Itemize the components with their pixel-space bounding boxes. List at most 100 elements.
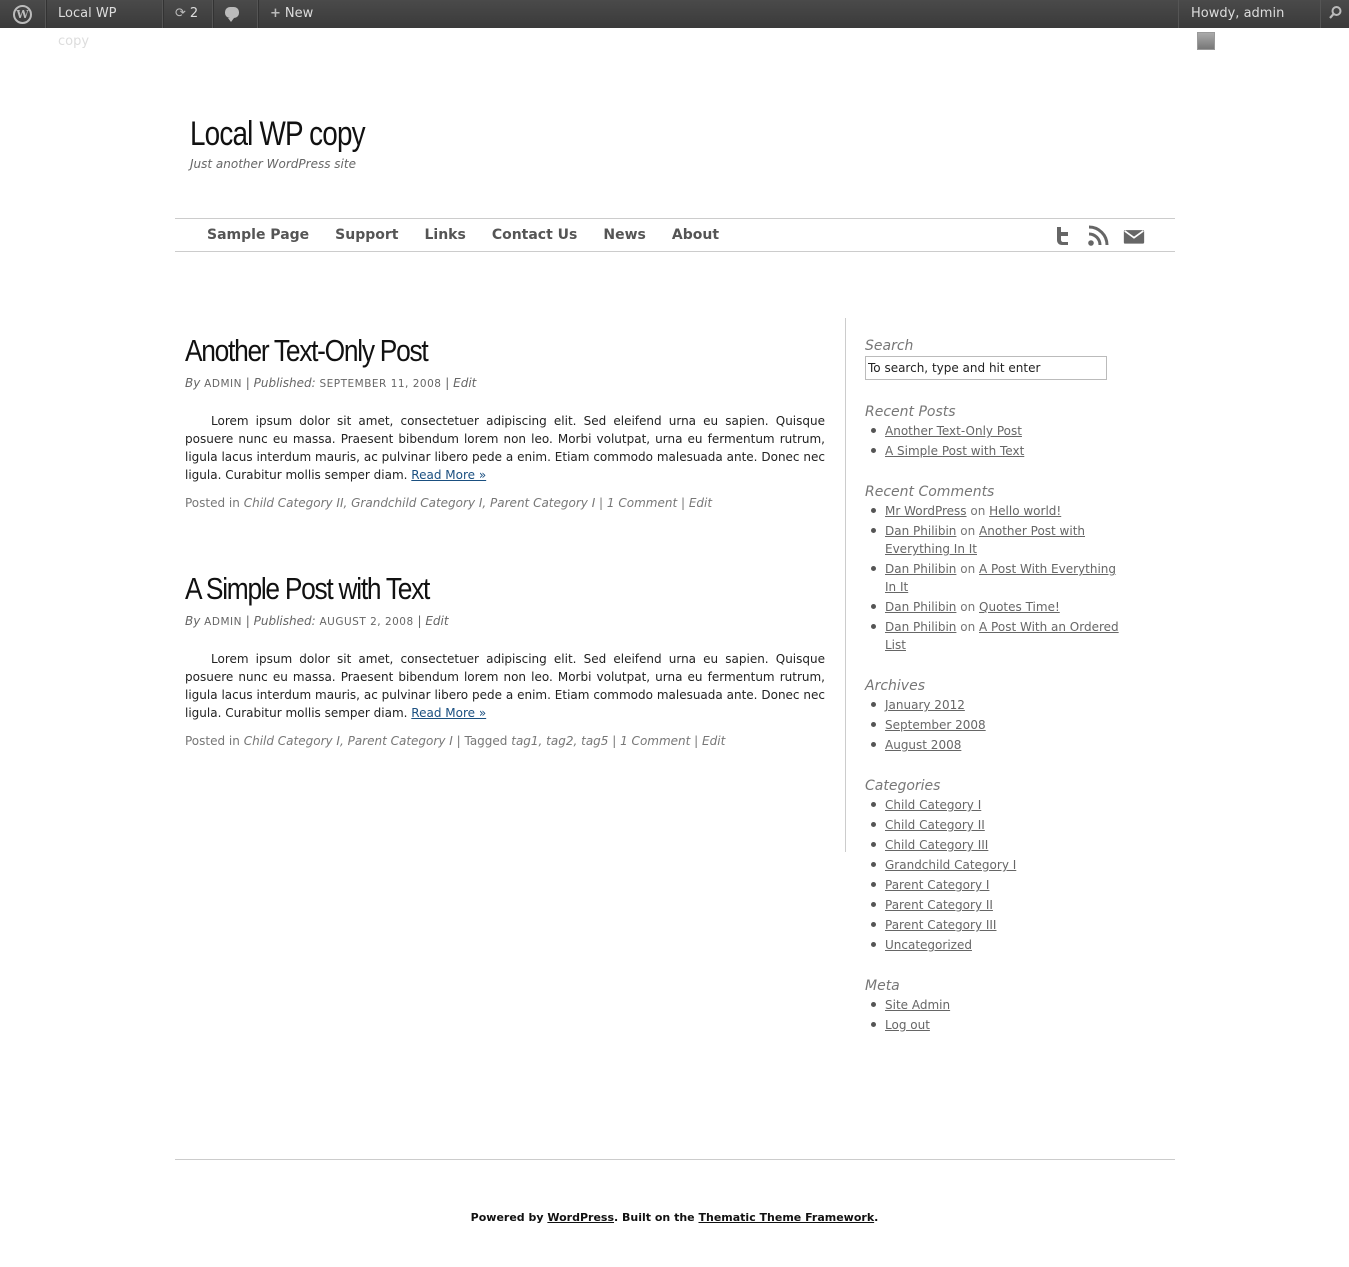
recent-post-link[interactable]: A Simple Post with Text [885,444,1024,458]
my-account-link[interactable]: Howdy, admin [1178,0,1320,50]
category-link[interactable]: Child Category III [885,838,988,852]
plus-icon: + [270,6,281,21]
post-date: AUGUST 2, 2008 [319,616,414,628]
comments-link[interactable]: 1 Comment [607,496,677,510]
email-link[interactable] [1123,225,1145,247]
on-label: on [960,562,976,576]
comment-icon [225,7,239,22]
post-categories[interactable]: Child Category I, Parent Category I [244,734,453,748]
sidebar: Search Recent Posts Another Text-Only Po… [865,338,1125,1058]
post-title[interactable]: A Simple Post with Text [185,568,729,610]
post-categories[interactable]: Child Category II, Grandchild Category I… [244,496,596,510]
edit-link[interactable]: Edit [689,496,712,510]
post-title[interactable]: Another Text-Only Post [185,330,729,372]
nav-item-sample-page[interactable]: Sample Page [207,219,309,252]
nav-item-news[interactable]: News [603,219,645,252]
site-description: Just another WordPress site [190,157,356,171]
post-footer: Posted in Child Category II, Grandchild … [185,496,713,510]
comment-post-link[interactable]: Quotes Time! [979,600,1060,614]
search-widget: Search [865,338,1125,380]
by-label: By [185,376,201,390]
archive-link[interactable]: August 2008 [885,738,961,752]
email-icon [1123,230,1145,244]
list-item: Dan Philibin on A Post With an Ordered L… [865,618,1125,654]
wordpress-menu[interactable]: W [0,0,46,28]
twitter-link[interactable] [1051,225,1073,247]
on-label: on [970,504,986,518]
post-excerpt: Lorem ipsum dolor sit amet, consectetuer… [185,412,825,484]
archives-widget: Archives January 2012 September 2008 Aug… [865,678,1125,754]
wordpress-logo-icon: W [13,5,32,24]
post-author[interactable]: ADMIN [204,616,242,628]
content-area: Another Text-Only Post By ADMIN | Publis… [185,330,825,806]
nav-item-contact-us[interactable]: Contact Us [492,219,578,252]
list-item: Parent Category I [865,876,1125,894]
edit-link[interactable]: Edit [702,734,725,748]
post-tags[interactable]: tag1, tag2, tag5 [511,734,608,748]
new-content-link[interactable]: + New [258,0,334,28]
powered-by-label: Powered by [470,1211,544,1224]
widget-title: Categories [865,778,941,794]
comments-link[interactable]: 1 Comment [620,734,690,748]
read-more-link[interactable]: Read More » [411,706,486,720]
log-out-link[interactable]: Log out [885,1018,930,1032]
footer-divider [175,1159,1175,1160]
thematic-link[interactable]: Thematic Theme Framework [698,1211,874,1224]
category-link[interactable]: Child Category II [885,818,985,832]
post-author[interactable]: ADMIN [204,378,242,390]
post: Another Text-Only Post By ADMIN | Publis… [185,330,825,510]
avatar [1197,31,1215,50]
site-admin-link[interactable]: Site Admin [885,998,950,1012]
excerpt-text: Lorem ipsum dolor sit amet, consectetuer… [185,652,825,720]
category-link[interactable]: Parent Category III [885,918,996,932]
widget-title: Meta [865,978,900,994]
comment-author-link[interactable]: Dan Philibin [885,562,956,576]
archive-link[interactable]: September 2008 [885,718,986,732]
read-more-link[interactable]: Read More » [411,468,486,482]
adminbar-search[interactable] [1320,0,1349,28]
search-input[interactable] [865,356,1107,380]
archive-link[interactable]: January 2012 [885,698,965,712]
site-title[interactable]: Local WP copy [190,115,366,154]
widget-title: Archives [865,678,925,694]
post-meta: By ADMIN | Published: SEPTEMBER 11, 2008… [185,376,477,390]
recent-comments-widget: Recent Comments Mr WordPress on Hello wo… [865,484,1125,654]
menu: Sample Page Support Links Contact Us New… [207,219,745,252]
howdy-label: Howdy, admin [1191,6,1285,21]
nav-item-about[interactable]: About [672,219,719,252]
admin-bar: W Local WP copy ⟳ 2 + New Howdy, admin [0,0,1349,50]
widget-title: Recent Posts [865,404,956,420]
updates-link[interactable]: ⟳ 2 [163,0,213,28]
wordpress-link[interactable]: WordPress [547,1211,614,1224]
twitter-icon [1057,227,1068,245]
list-item: Child Category III [865,836,1125,854]
comment-author-link[interactable]: Mr WordPress [885,504,967,518]
categories-widget: Categories Child Category I Child Catego… [865,778,1125,954]
search-icon [1329,6,1342,19]
comment-author-link[interactable]: Dan Philibin [885,524,956,538]
edit-link[interactable]: Edit [425,614,448,628]
edit-link[interactable]: Edit [453,376,476,390]
nav-item-support[interactable]: Support [335,219,398,252]
category-link[interactable]: Parent Category I [885,878,989,892]
list-item: Log out [865,1016,1125,1034]
built-on-label: . Built on the [614,1211,695,1224]
rss-link[interactable] [1087,225,1109,247]
category-link[interactable]: Parent Category II [885,898,993,912]
recent-post-link[interactable]: Another Text-Only Post [885,424,1022,438]
nav-item-links[interactable]: Links [424,219,465,252]
category-link[interactable]: Uncategorized [885,938,972,952]
list-item: September 2008 [865,716,1125,734]
comments-link[interactable] [213,0,258,28]
category-link[interactable]: Grandchild Category I [885,858,1016,872]
comment-author-link[interactable]: Dan Philibin [885,620,956,634]
list-item: Grandchild Category I [865,856,1125,874]
site-name-link[interactable]: Local WP copy [46,0,163,49]
category-link[interactable]: Child Category I [885,798,981,812]
comment-author-link[interactable]: Dan Philibin [885,600,956,614]
list-item: Uncategorized [865,936,1125,954]
comment-post-link[interactable]: Hello world! [989,504,1061,518]
widget-title: Search [865,338,914,354]
updates-count: 2 [189,6,199,21]
social-links [1051,225,1145,247]
